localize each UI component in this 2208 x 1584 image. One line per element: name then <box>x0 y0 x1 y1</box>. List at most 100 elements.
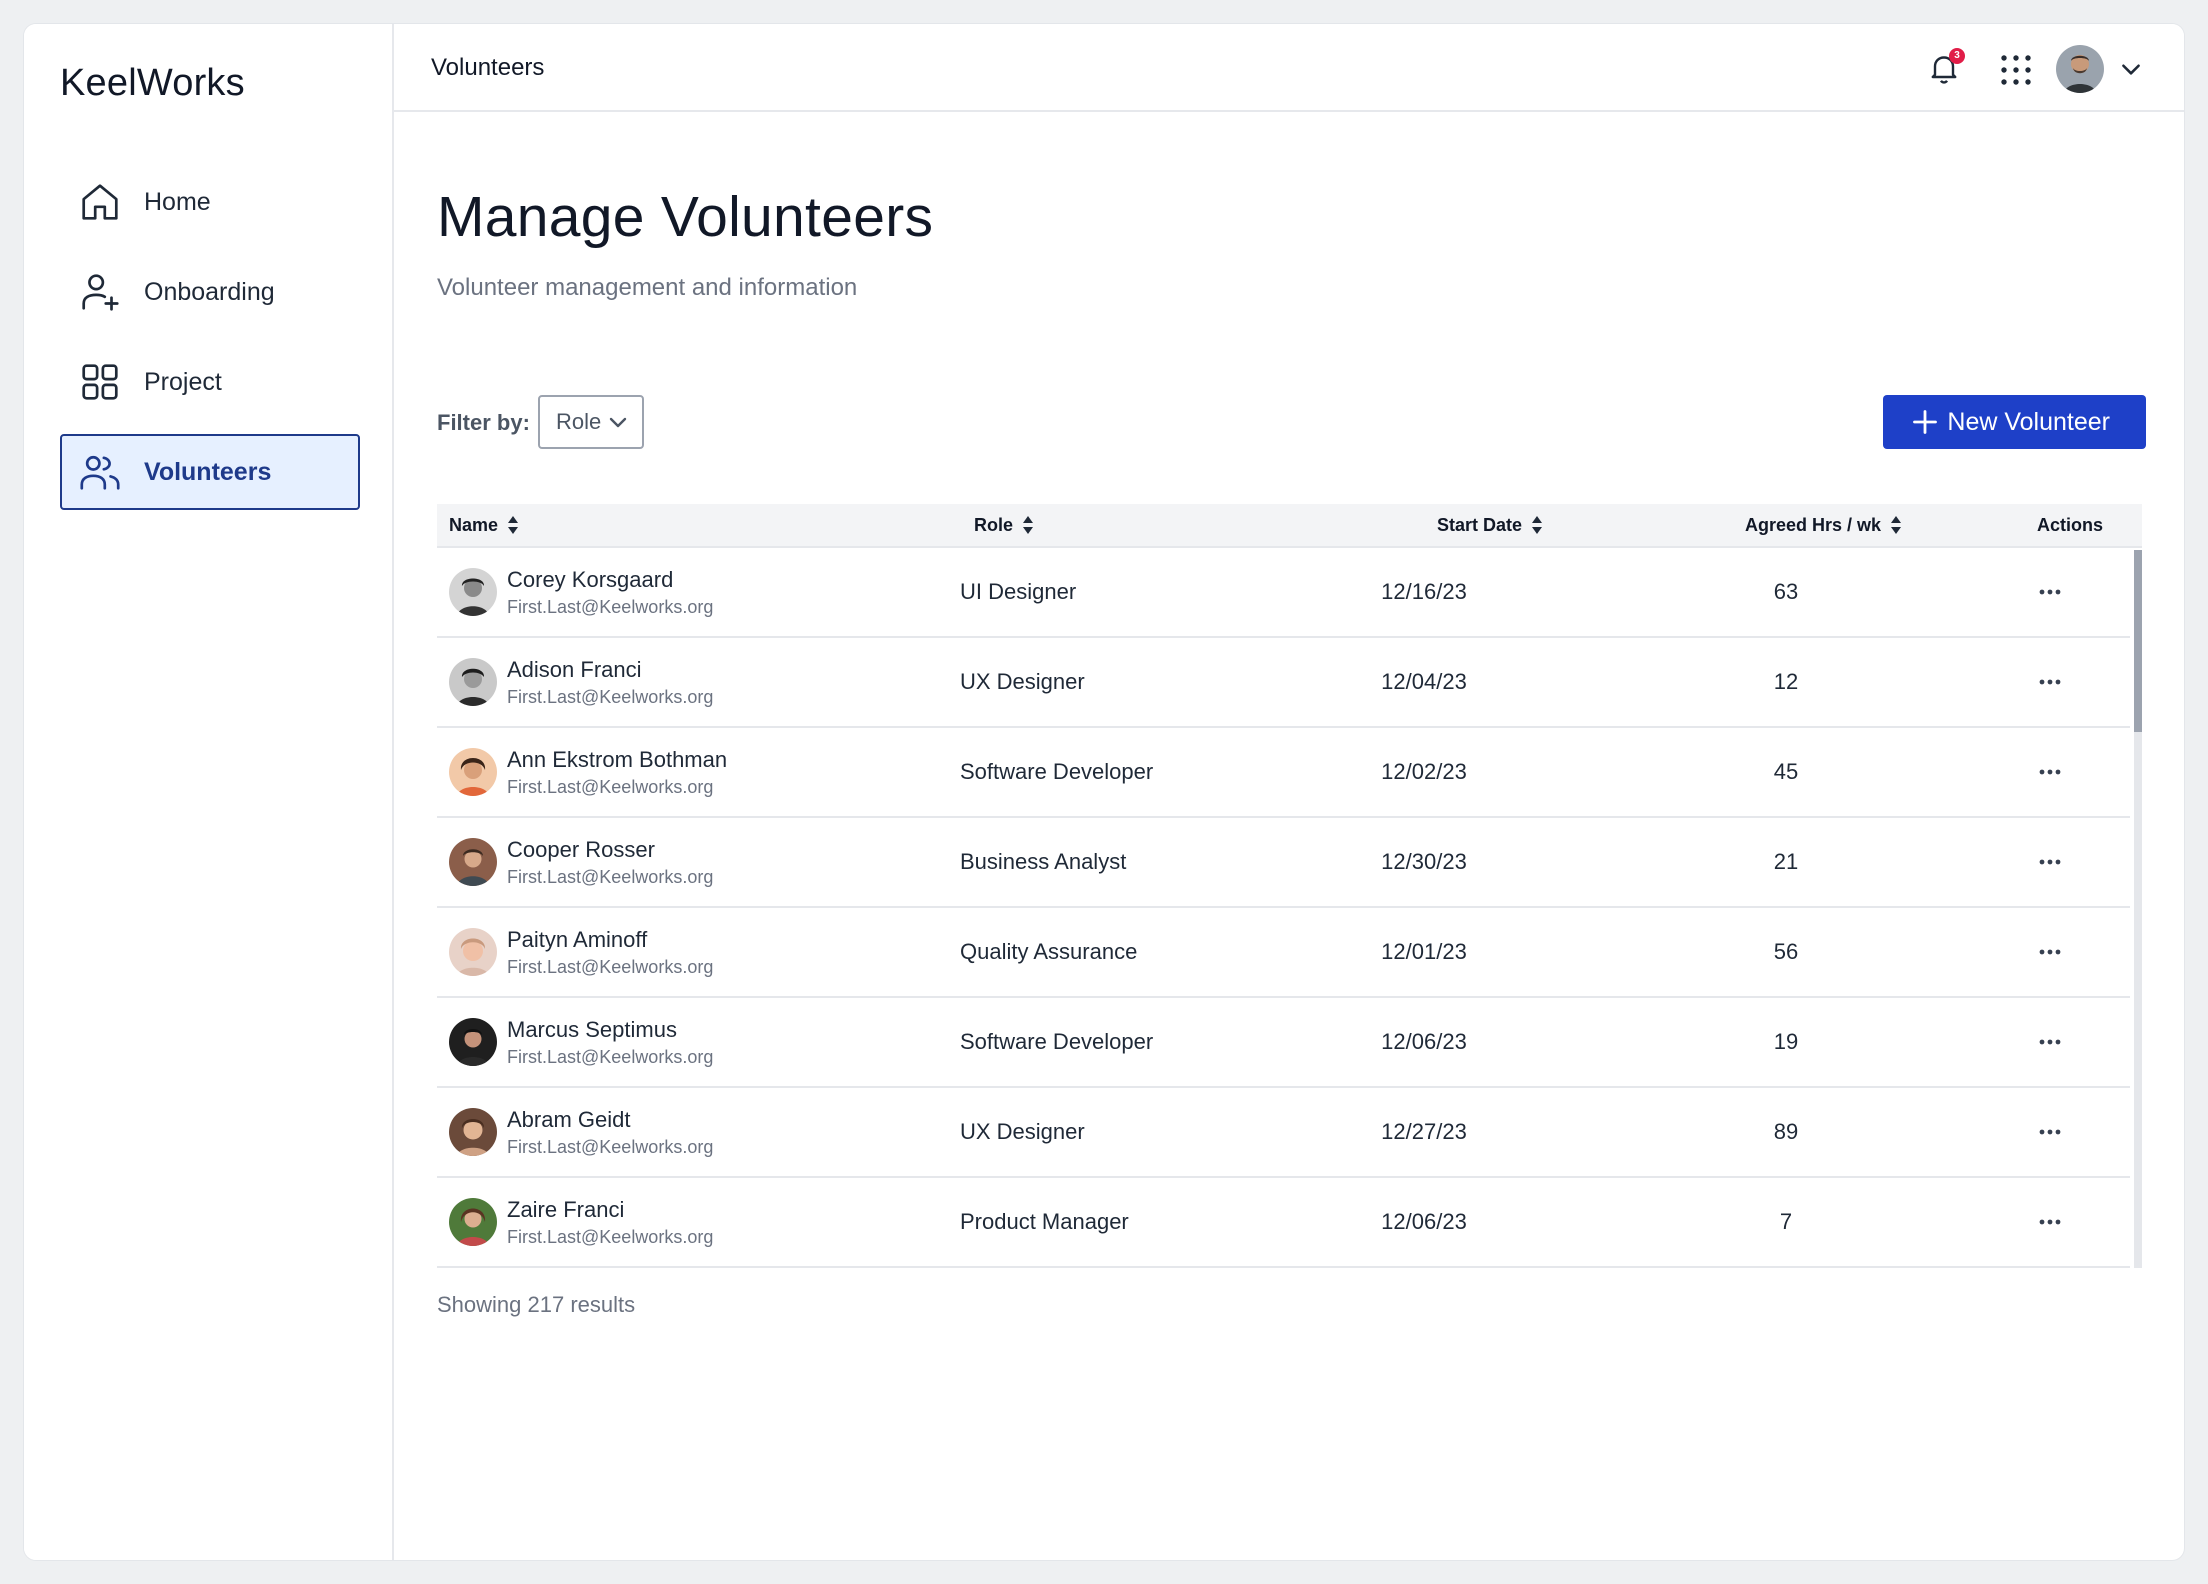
sidebar-nav: Home Onboarding Project Volunteers <box>60 164 360 524</box>
page-subtitle: Volunteer management and information <box>437 274 858 301</box>
start-date-cell: 12/27/23 <box>1381 1119 1467 1144</box>
hours-cell: 89 <box>1773 1119 1799 1144</box>
volunteer-name: Corey Korsgaard <box>507 567 674 592</box>
top-bar: Volunteers 3 <box>394 24 2184 112</box>
results-count: Showing 217 results <box>437 1292 636 1317</box>
sort-icon <box>508 516 519 534</box>
sidebar-item-project[interactable]: Project <box>60 344 360 420</box>
table-row[interactable]: Marcus Septimus First.Last@Keelworks.org… <box>437 998 2130 1088</box>
users-icon <box>76 448 124 496</box>
sidebar-item-label: Volunteers <box>144 457 272 486</box>
volunteer-name: Ann Ekstrom Bothman <box>507 747 728 772</box>
avatar <box>449 1108 497 1156</box>
role-filter-value: Role <box>556 409 602 434</box>
avatar <box>449 568 497 616</box>
hours-cell: 21 <box>1773 849 1799 874</box>
volunteer-email: First.Last@Keelworks.org <box>507 1137 714 1157</box>
role-filter-select[interactable]: Role <box>538 395 644 449</box>
row-actions-button[interactable] <box>2000 763 2100 781</box>
chevron-down-icon <box>609 417 627 428</box>
start-date-cell: 12/16/23 <box>1381 579 1467 604</box>
table-row[interactable]: Abram Geidt First.Last@Keelworks.org UX … <box>437 1088 2130 1178</box>
column-header-actions: Actions <box>2037 515 2103 536</box>
avatar <box>449 748 497 796</box>
name-cell: Paityn Aminoff First.Last@Keelworks.org <box>437 925 960 979</box>
plus-icon <box>1913 410 1938 434</box>
column-label: Actions <box>2037 514 2104 535</box>
volunteer-name: Paityn Aminoff <box>507 927 648 952</box>
scrollbar-thumb[interactable] <box>2134 550 2142 732</box>
row-actions-button[interactable] <box>2000 853 2100 871</box>
column-label: Agreed Hrs / wk <box>1745 514 1882 535</box>
avatar <box>449 928 497 976</box>
notifications-button[interactable]: 3 <box>1926 48 1965 88</box>
avatar <box>449 658 497 706</box>
column-header-name[interactable]: Name <box>449 514 520 536</box>
more-horizontal-icon <box>2039 1219 2061 1225</box>
user-menu-chevron[interactable] <box>2118 56 2144 82</box>
table-header: Name Role Start Date Agreed Hrs / wk Act… <box>437 504 2142 548</box>
start-date-cell: 12/04/23 <box>1381 669 1467 694</box>
row-actions-button[interactable] <box>2000 943 2100 961</box>
sidebar: KeelWorks Home Onboarding Project Volunt… <box>24 24 394 1560</box>
grid-icon <box>76 358 124 406</box>
name-cell: Corey Korsgaard First.Last@Keelworks.org <box>437 565 960 619</box>
row-actions-button[interactable] <box>2000 1033 2100 1051</box>
table-body: Corey Korsgaard First.Last@Keelworks.org… <box>437 548 2142 1268</box>
name-cell: Ann Ekstrom Bothman First.Last@Keelworks… <box>437 745 960 799</box>
volunteer-email: First.Last@Keelworks.org <box>507 867 714 887</box>
sidebar-item-home[interactable]: Home <box>60 164 360 240</box>
volunteer-email: First.Last@Keelworks.org <box>507 957 714 977</box>
sort-icon <box>1891 516 1902 534</box>
more-horizontal-icon <box>2039 949 2061 955</box>
hours-cell: 7 <box>1779 1209 1793 1234</box>
volunteer-email: First.Last@Keelworks.org <box>507 597 714 617</box>
table-scrollbar[interactable] <box>2134 550 2142 1268</box>
more-horizontal-icon <box>2039 679 2061 685</box>
row-actions-button[interactable] <box>2000 1123 2100 1141</box>
hours-cell: 19 <box>1773 1029 1799 1054</box>
breadcrumb: Volunteers <box>431 54 545 81</box>
home-icon <box>76 178 124 226</box>
main-content: Manage Volunteers Volunteer management a… <box>394 112 2184 1560</box>
new-volunteer-button[interactable]: New Volunteer <box>1883 395 2146 449</box>
row-actions-button[interactable] <box>2000 583 2100 601</box>
column-header-start-date[interactable]: Start Date <box>1437 514 1544 536</box>
sidebar-item-onboarding[interactable]: Onboarding <box>60 254 360 330</box>
filter-label: Filter by: <box>437 410 530 435</box>
more-horizontal-icon <box>2039 859 2061 865</box>
row-actions-button[interactable] <box>2000 1213 2100 1231</box>
volunteer-email: First.Last@Keelworks.org <box>507 1047 714 1067</box>
table-row[interactable]: Corey Korsgaard First.Last@Keelworks.org… <box>437 548 2130 638</box>
apps-menu-button[interactable] <box>1998 52 2034 88</box>
name-cell: Adison Franci First.Last@Keelworks.org <box>437 655 960 709</box>
volunteers-table: Name Role Start Date Agreed Hrs / wk Act… <box>437 504 2142 1268</box>
sidebar-item-label: Home <box>144 187 211 216</box>
row-actions-button[interactable] <box>2000 673 2100 691</box>
table-row[interactable]: Cooper Rosser First.Last@Keelworks.org B… <box>437 818 2130 908</box>
chevron-down-icon <box>2122 64 2140 75</box>
table-row[interactable]: Zaire Franci First.Last@Keelworks.org Pr… <box>437 1178 2130 1268</box>
volunteer-name: Zaire Franci <box>507 1197 625 1222</box>
volunteer-name: Adison Franci <box>507 657 642 682</box>
brand-logo: KeelWorks <box>60 62 245 104</box>
volunteer-email: First.Last@Keelworks.org <box>507 687 714 707</box>
hours-cell: 56 <box>1773 939 1799 964</box>
name-cell: Abram Geidt First.Last@Keelworks.org <box>437 1105 960 1159</box>
user-plus-icon <box>76 268 124 316</box>
column-label: Start Date <box>1437 514 1523 535</box>
volunteer-email: First.Last@Keelworks.org <box>507 777 714 797</box>
column-label: Role <box>974 514 1014 535</box>
table-row[interactable]: Ann Ekstrom Bothman First.Last@Keelworks… <box>437 728 2130 818</box>
table-row[interactable]: Adison Franci First.Last@Keelworks.org U… <box>437 638 2130 728</box>
column-header-agreed-hours[interactable]: Agreed Hrs / wk <box>1745 514 1903 536</box>
more-horizontal-icon <box>2039 1039 2061 1045</box>
column-header-role[interactable]: Role <box>974 514 1035 536</box>
sidebar-item-volunteers[interactable]: Volunteers <box>60 434 360 510</box>
avatar <box>449 1198 497 1246</box>
sort-icon <box>1023 516 1034 534</box>
table-row[interactable]: Paityn Aminoff First.Last@Keelworks.org … <box>437 908 2130 998</box>
more-horizontal-icon <box>2039 1129 2061 1135</box>
hours-cell: 63 <box>1773 579 1799 604</box>
user-avatar[interactable] <box>2056 45 2104 93</box>
